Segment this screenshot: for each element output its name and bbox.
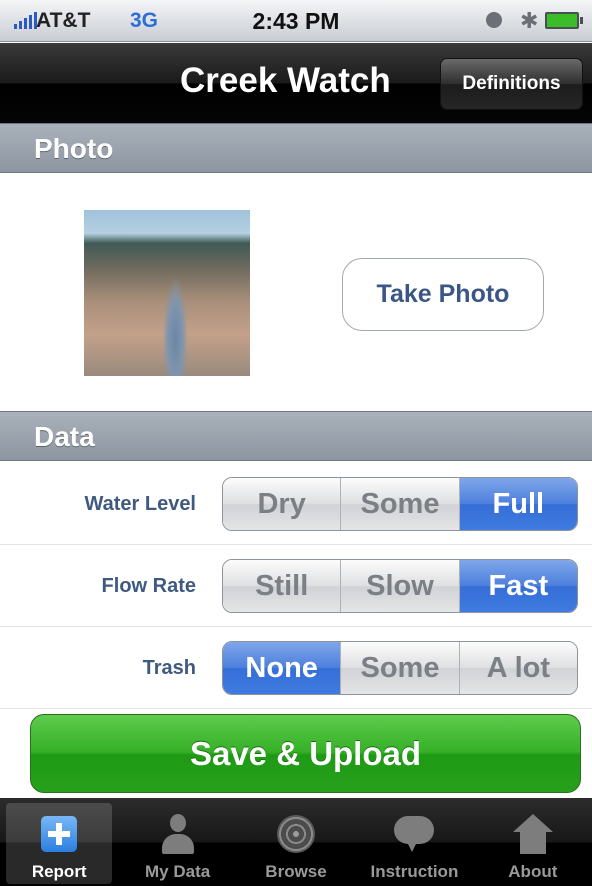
data-section-header: Data [0,411,592,461]
tab-my-data[interactable]: My Data [118,798,236,886]
photo-section-header: Photo [0,123,592,173]
tab-label: Instruction [370,862,459,881]
tab-label: About [508,862,558,881]
segmented-control: Still Slow Fast [222,559,578,613]
status-time: 2:43 PM [252,8,340,34]
tab-instruction[interactable]: Instruction [355,798,473,886]
tab-label: Report [31,862,87,881]
segment-option[interactable]: Full [459,478,577,530]
tab-browse[interactable]: Browse [237,798,355,886]
speech-bubble-icon [392,812,436,856]
segmented-control: None Some A lot [222,641,578,695]
plus-icon [37,812,81,856]
save-upload-button[interactable]: Save & Upload [30,714,581,793]
definitions-button[interactable]: Definitions [440,58,583,110]
bluetooth-icon: ✱ [520,8,539,33]
row-label: Flow Rate [101,575,196,597]
data-row: Trash None Some A lot [0,627,592,709]
tab-label: My Data [145,862,211,881]
status-bar: AT&T 3G 2:43 PM ✱ [0,0,592,42]
segment-option[interactable]: Still [223,560,342,612]
page-title: Creek Watch [180,61,391,100]
tab-about[interactable]: About [474,798,592,886]
row-label: Trash [142,657,196,679]
segment-option[interactable]: Some [341,642,460,694]
segment-option[interactable]: Fast [459,560,577,612]
tab-label: Browse [265,862,327,881]
clock-icon [486,12,502,28]
photo-area: Take Photo [0,174,592,411]
row-label: Water Level [84,493,196,515]
data-row: Water Level Dry Some Full [0,463,592,545]
tab-report[interactable]: Report [0,798,118,886]
creek-photo-thumbnail[interactable] [84,210,250,376]
segment-option[interactable]: Dry [223,478,342,530]
segment-option[interactable]: None [223,642,342,694]
data-row: Flow Rate Still Slow Fast [0,545,592,627]
tab-bar: Report My Data Browse Instruction About [0,798,592,886]
segment-option[interactable]: Some [341,478,460,530]
radar-icon [274,812,318,856]
person-icon [156,812,200,856]
battery-icon [545,12,583,29]
house-icon [511,812,555,856]
segment-option[interactable]: A lot [459,642,577,694]
segment-option[interactable]: Slow [341,560,460,612]
take-photo-button[interactable]: Take Photo [342,258,544,331]
segmented-control: Dry Some Full [222,477,578,531]
navigation-bar: Creek Watch Definitions [0,43,592,123]
